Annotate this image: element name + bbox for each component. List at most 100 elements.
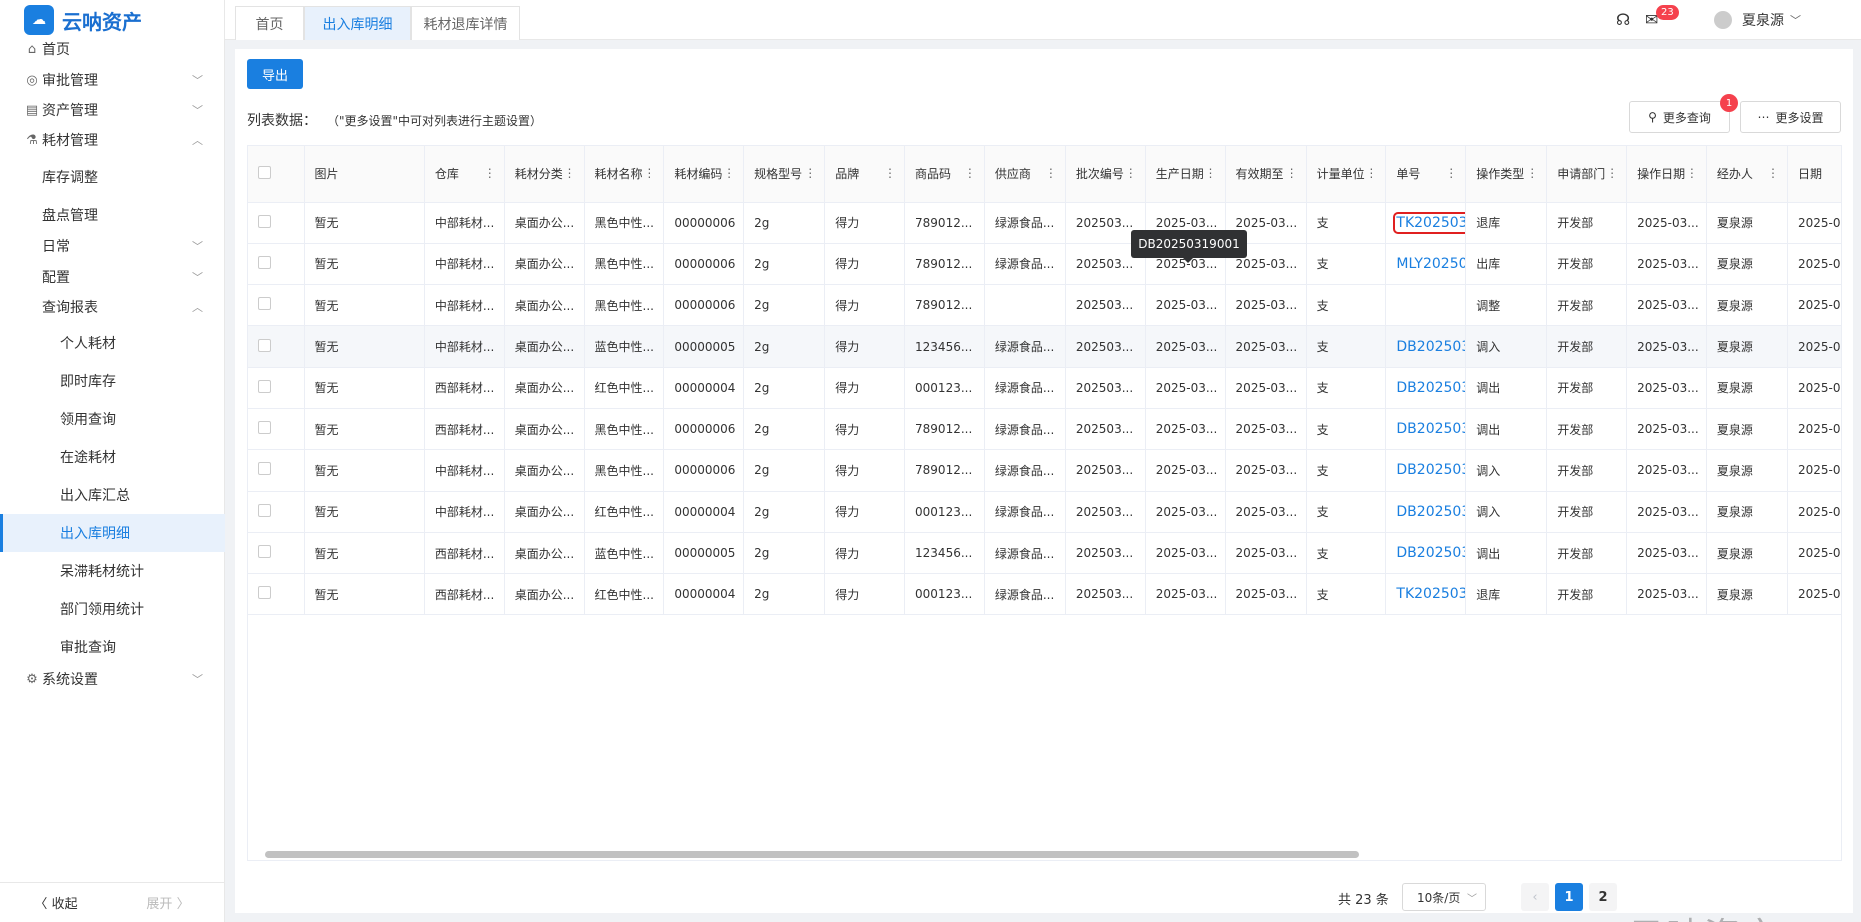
column-header[interactable]: 计量单位 ⋮ [1306,146,1387,203]
sidebar-item[interactable]: ▤ 资产管理 ﹀ [0,95,225,125]
row-checkbox[interactable] [258,586,271,600]
sidebar-item[interactable]: 查询报表 ︿ [0,292,225,322]
column-menu-icon[interactable]: ⋮ [1606,166,1618,180]
table-row[interactable]: 暂无 西部耗材... 桌面办公... 红色中性... 00000004 2g 得力 00012… [248,367,1841,409]
prev-page-button[interactable]: ‹ [1521,883,1549,911]
sidebar-item[interactable]: ⚙ 系统设置 ﹀ [0,664,225,694]
table-row[interactable]: 暂无 中部耗材... 桌面办公... 蓝色中性... 00000005 2g 得力 12345… [248,325,1841,368]
order-number-link[interactable]: TK202503 [1393,211,1465,234]
sidebar-item[interactable]: 出入库明细 [0,514,225,552]
row-checkbox[interactable] [258,379,271,393]
column-header[interactable]: 品牌 ⋮ [824,146,906,203]
horizontal-scrollbar[interactable] [247,849,1842,859]
column-menu-icon[interactable]: ⋮ [1125,166,1137,180]
column-header[interactable]: 日期 [1787,146,1841,203]
sidebar-item[interactable]: 审批查询 [0,632,225,662]
row-checkbox[interactable] [258,421,271,435]
sidebar-item[interactable]: 呆滞耗材统计 [0,556,225,586]
tab-home[interactable]: 首页 [235,6,304,40]
column-header[interactable]: 批次编号 ⋮ [1065,146,1146,203]
column-menu-icon[interactable]: ⋮ [1205,166,1217,180]
table-row[interactable]: 暂无 中部耗材... 桌面办公... 黑色中性... 00000006 2g 得力 78901… [248,202,1841,244]
tab-inout-detail[interactable]: 出入库明细 [304,6,411,40]
order-number-link[interactable]: DB202503 [1396,421,1464,437]
row-checkbox[interactable] [258,214,271,228]
table-row[interactable]: 暂无 中部耗材... 桌面办公... 黑色中性... 00000006 2g 得力 78901… [248,284,1841,327]
column-header[interactable]: 耗材编码 ⋮ [663,146,745,203]
column-header[interactable]: 操作类型 ⋮ [1465,146,1548,203]
order-number-link[interactable]: DB202503 [1396,462,1464,478]
column-menu-icon[interactable]: ⋮ [1045,166,1057,180]
order-number-link[interactable]: DB202503 [1396,339,1464,355]
row-checkbox[interactable] [258,297,271,311]
column-header[interactable]: 耗材分类 ⋮ [504,146,585,203]
sidebar-item[interactable]: ⌂ 首页 [0,34,225,64]
column-menu-icon[interactable]: ⋮ [1286,166,1298,180]
column-menu-icon[interactable]: ⋮ [884,166,896,180]
sidebar-item[interactable]: 出入库汇总 [0,480,225,510]
select-all-checkbox[interactable] [258,165,271,179]
column-menu-icon[interactable]: ⋮ [1686,166,1698,180]
page-1-button[interactable]: 1 [1555,883,1583,911]
row-checkbox[interactable] [258,503,271,517]
column-header[interactable]: 申请部门 ⋮ [1546,146,1628,203]
row-checkbox[interactable] [258,338,271,352]
headset-icon[interactable]: ☊ [1616,10,1630,29]
column-menu-icon[interactable]: ⋮ [564,166,576,180]
scrollbar-thumb[interactable] [265,851,1359,858]
column-menu-icon[interactable]: ⋮ [643,166,655,180]
column-header[interactable]: 操作日期 ⋮ [1626,146,1707,203]
table-row[interactable]: 暂无 西部耗材... 桌面办公... 蓝色中性... 00000005 2g 得力 12345… [248,532,1841,575]
sidebar-item[interactable]: 在途耗材 [0,442,225,472]
sidebar-item[interactable]: 日常 ﹀ [0,231,225,261]
user-menu[interactable]: 夏泉源 ﹀ [1714,10,1801,30]
table-row[interactable]: 暂无 中部耗材... 桌面办公... 红色中性... 00000004 2g 得力 00012… [248,491,1841,533]
row-checkbox[interactable] [258,545,271,559]
table-row[interactable]: 暂无 西部耗材... 桌面办公... 黑色中性... 00000006 2g 得力 78901… [248,408,1841,451]
sidebar-item[interactable]: 个人耗材 [0,328,225,358]
table-row[interactable]: 暂无 中部耗材... 桌面办公... 黑色中性... 00000006 2g 得力 78901… [248,243,1841,286]
sidebar-item[interactable]: 盘点管理 [0,200,225,230]
column-menu-icon[interactable]: ⋮ [1767,166,1779,180]
page-size-select[interactable]: 10条/页 ﹀ [1402,883,1486,911]
order-number-link[interactable]: MLY20250 [1396,256,1464,272]
sidebar-item[interactable]: 即时库存 [0,366,225,396]
sidebar-item[interactable]: 配置 ﹀ [0,262,225,292]
sidebar-item[interactable]: ◎ 审批管理 ﹀ [0,65,225,95]
column-menu-icon[interactable]: ⋮ [723,166,735,180]
sidebar-item[interactable]: ⚗ 耗材管理 ︿ [0,125,225,155]
column-menu-icon[interactable]: ⋮ [804,166,816,180]
column-menu-icon[interactable]: ⋮ [1365,166,1377,180]
column-header[interactable]: 经办人 ⋮ [1706,146,1788,203]
column-header[interactable]: 仓库 ⋮ [424,146,505,203]
order-number-link[interactable]: TK202503 [1396,586,1464,602]
more-settings-button[interactable]: ⋯ 更多设置 [1740,101,1841,133]
collapse-button[interactable]: 〈 收起 [0,883,112,922]
column-menu-icon[interactable]: ⋮ [484,166,496,180]
row-checkbox[interactable] [258,255,271,269]
sidebar-item[interactable]: 领用查询 [0,404,225,434]
sidebar-item[interactable]: 部门领用统计 [0,594,225,624]
table-row[interactable]: 暂无 中部耗材... 桌面办公... 黑色中性... 00000006 2g 得力 78901… [248,449,1841,492]
column-header[interactable]: 单号 ⋮ [1385,146,1467,203]
column-header[interactable]: 耗材名称 ⋮ [584,146,665,203]
export-button[interactable]: 导出 [247,59,303,89]
column-header[interactable]: 有效期至 ⋮ [1225,146,1307,203]
column-header[interactable]: 生产日期 ⋮ [1145,146,1226,203]
order-number-link[interactable]: DB202503 [1396,545,1464,561]
sidebar-item[interactable]: 库存调整 [0,162,225,192]
order-number-link[interactable]: DB202503 [1396,504,1464,520]
tab-return-detail[interactable]: 耗材退库详情 [411,6,520,40]
column-header[interactable]: 供应商 ⋮ [984,146,1066,203]
row-checkbox[interactable] [258,462,271,476]
column-header[interactable]: 图片 [304,146,425,203]
table-row[interactable]: 暂无 西部耗材... 桌面办公... 红色中性... 00000004 2g 得力 00012… [248,573,1841,616]
page-2-button[interactable]: 2 [1589,883,1617,911]
column-menu-icon[interactable]: ⋮ [1445,166,1457,180]
column-menu-icon[interactable]: ⋮ [964,166,976,180]
column-menu-icon[interactable]: ⋮ [1526,166,1538,180]
column-header[interactable]: 商品码 ⋮ [904,146,985,203]
expand-button[interactable]: 展开 〉 [112,883,224,922]
more-query-button[interactable]: ⚲ 更多查询 [1629,101,1730,133]
order-number-link[interactable]: DB202503 [1396,380,1464,396]
